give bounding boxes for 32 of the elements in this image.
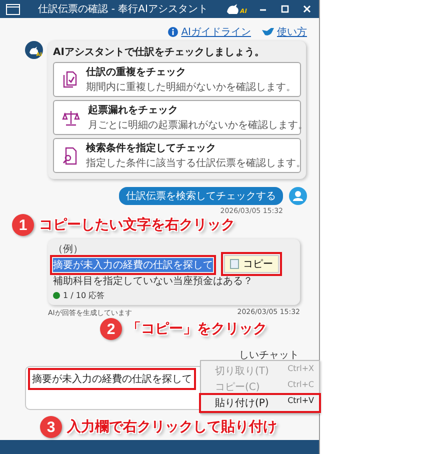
option-description: 期間内に重複した明細がないかを確認します。 bbox=[86, 80, 296, 94]
scale-icon bbox=[62, 110, 80, 126]
maximize-button[interactable] bbox=[279, 3, 291, 15]
check-option-button[interactable]: 検索条件を指定してチェック 指定した条件に該当する仕訳伝票を確認します。 bbox=[53, 138, 301, 173]
close-button[interactable] bbox=[301, 3, 313, 15]
annotation-text: 「コピー」をクリック bbox=[127, 320, 267, 338]
bird-icon bbox=[262, 26, 274, 36]
response-count: 1 / 10 応答 bbox=[63, 290, 105, 301]
option-title: 検索条件を指定してチェック bbox=[86, 141, 217, 155]
check-option-button[interactable]: 仕訳の重複をチェック 期間内に重複した明細がないかを確認します。 bbox=[53, 62, 301, 97]
user-message-bubble: 仕訳伝票を検索してチェックする bbox=[119, 187, 283, 205]
check-option-button[interactable]: 起票漏れをチェック 月ごとに明細の起票漏れがないかを確認します。 bbox=[53, 100, 301, 135]
window-icon bbox=[6, 4, 20, 14]
info-icon bbox=[168, 26, 178, 36]
option-title: 起票漏れをチェック bbox=[88, 104, 179, 117]
card-title: AIアシスタントで仕訳をチェックしましょう。 bbox=[53, 46, 266, 59]
header-link[interactable]: AIガイドライン bbox=[181, 24, 251, 38]
annotation-text: コピーしたい文字を右クリック bbox=[39, 216, 235, 234]
option-title: 仕訳の重複をチェック bbox=[86, 66, 187, 79]
documents-check-icon bbox=[62, 70, 78, 88]
example-label: （例） bbox=[53, 243, 83, 256]
window-title: 仕訳伝票の確認 - 奉行AIアシスタント bbox=[37, 2, 209, 16]
status-dot-icon bbox=[53, 292, 60, 299]
annotation-text: 入力欄で右クリックして貼り付け bbox=[67, 418, 277, 436]
copy-popup-button[interactable]: コピー bbox=[224, 255, 279, 273]
document-search-icon bbox=[62, 146, 78, 164]
header-link[interactable]: 使い方 bbox=[277, 24, 307, 38]
copy-icon bbox=[230, 259, 239, 269]
new-chat-link[interactable]: しいチャット bbox=[239, 348, 299, 362]
user-avatar-icon bbox=[289, 187, 307, 205]
example-text: 補助科目を指定していない当座預金はある？ bbox=[53, 274, 253, 288]
example-text: 摘要が未入力の経費の仕訳を探して bbox=[53, 258, 213, 272]
